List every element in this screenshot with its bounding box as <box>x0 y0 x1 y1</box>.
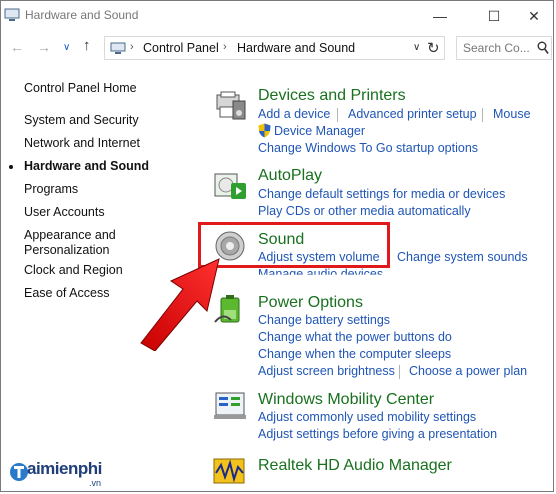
sidebar-item-personalization[interactable]: Personalization <box>24 243 109 258</box>
address-dropdown-chevron-icon[interactable]: ∨ <box>413 42 420 53</box>
category-title-realtek-hd-audio-manager[interactable]: Realtek HD Audio Manager <box>258 457 452 475</box>
search-input[interactable]: Search Co... <box>456 36 552 60</box>
sidebar-item-appearance-and[interactable]: Appearance and <box>24 228 116 243</box>
navigation-bar: ← → ∨ ↑ › Control Panel › Hardware and S… <box>1 33 553 63</box>
sidebar-item-programs[interactable]: Programs <box>24 182 78 197</box>
link-change-power-buttons[interactable]: Change what the power buttons do <box>258 330 452 344</box>
watermark-brand: aimienphi <box>27 459 102 478</box>
forward-arrow-icon[interactable]: → <box>37 39 51 55</box>
link-choose-power-plan[interactable]: Choose a power plan <box>409 364 527 378</box>
link-device-manager[interactable]: Device Manager <box>274 124 365 138</box>
control-panel-window: Hardware and Sound — ☐ ✕ ← → ∨ ↑ › Contr… <box>0 0 554 492</box>
back-arrow-icon[interactable]: ← <box>10 39 24 55</box>
watermark-suffix: .vn <box>89 478 102 488</box>
sidebar-item-control-panel-home[interactable]: Control Panel Home <box>24 81 137 96</box>
autoplay-icon[interactable] <box>213 169 247 203</box>
sidebar-item-user-accounts[interactable]: User Accounts <box>24 205 105 220</box>
window-title: Hardware and Sound <box>25 8 139 22</box>
link-change-system-sounds[interactable]: Change system sounds <box>397 250 528 264</box>
link-separator <box>337 108 338 122</box>
close-button[interactable]: ✕ <box>511 1 553 31</box>
link-play-cds-automatically[interactable]: Play CDs or other media automatically <box>258 204 471 218</box>
mobility-center-icon[interactable] <box>213 389 247 423</box>
breadcrumb-separator-icon[interactable]: › <box>130 41 134 53</box>
sidebar-item-hardware-and-sound[interactable]: Hardware and Sound <box>24 159 149 174</box>
red-arrow-icon <box>140 258 220 351</box>
title-bar: Hardware and Sound — ☐ ✕ <box>1 1 553 31</box>
watermark-logo: aimienphi .vn <box>7 459 117 489</box>
control-panel-icon <box>110 42 126 54</box>
search-placeholder: Search Co... <box>463 41 530 55</box>
address-bar[interactable]: › Control Panel › Hardware and Sound ∨ ↻ <box>104 36 445 60</box>
realtek-audio-icon[interactable] <box>213 455 247 489</box>
current-item-bullet <box>9 165 13 169</box>
link-change-default-media-settings[interactable]: Change default settings for media or dev… <box>258 187 505 201</box>
link-adjust-presentation-settings[interactable]: Adjust settings before giving a presenta… <box>258 427 497 441</box>
recent-locations-chevron-icon[interactable]: ∨ <box>63 42 70 53</box>
watermark-t-icon <box>10 463 28 481</box>
link-adjust-mobility-settings[interactable]: Adjust commonly used mobility settings <box>258 410 476 424</box>
link-separator <box>399 365 400 379</box>
refresh-icon[interactable]: ↻ <box>427 39 440 57</box>
breadcrumb-separator-icon[interactable]: › <box>223 41 227 53</box>
link-separator <box>482 108 483 122</box>
sidebar-item-network-and-internet[interactable]: Network and Internet <box>24 136 140 151</box>
breadcrumb-control-panel[interactable]: Control Panel <box>143 41 219 55</box>
category-title-power-options[interactable]: Power Options <box>258 294 363 312</box>
category-title-devices-and-printers[interactable]: Devices and Printers <box>258 87 406 105</box>
link-advanced-printer-setup[interactable]: Advanced printer setup <box>348 107 477 121</box>
sidebar-item-ease-of-access[interactable]: Ease of Access <box>24 286 109 301</box>
sidebar-item-clock-and-region[interactable]: Clock and Region <box>24 263 123 278</box>
link-change-windows-to-go-startup[interactable]: Change Windows To Go startup options <box>258 141 478 155</box>
link-change-battery-settings[interactable]: Change battery settings <box>258 313 390 327</box>
sidebar-item-system-and-security[interactable]: System and Security <box>24 113 139 128</box>
minimize-button[interactable]: — <box>417 1 463 31</box>
link-mouse[interactable]: Mouse <box>493 107 531 121</box>
link-add-a-device[interactable]: Add a device <box>258 107 330 121</box>
category-title-windows-mobility-center[interactable]: Windows Mobility Center <box>258 391 434 409</box>
control-panel-icon <box>4 8 20 21</box>
link-adjust-screen-brightness[interactable]: Adjust screen brightness <box>258 364 395 378</box>
breadcrumb-hardware-and-sound[interactable]: Hardware and Sound <box>237 41 355 55</box>
category-title-autoplay[interactable]: AutoPlay <box>258 167 322 185</box>
up-arrow-icon[interactable]: ↑ <box>83 37 91 54</box>
devices-printers-icon[interactable] <box>213 89 247 123</box>
link-manage-audio-devices[interactable]: Manage audio devices <box>258 267 383 275</box>
uac-shield-icon <box>258 123 271 138</box>
link-change-computer-sleeps[interactable]: Change when the computer sleeps <box>258 347 451 361</box>
search-icon[interactable] <box>537 41 549 55</box>
